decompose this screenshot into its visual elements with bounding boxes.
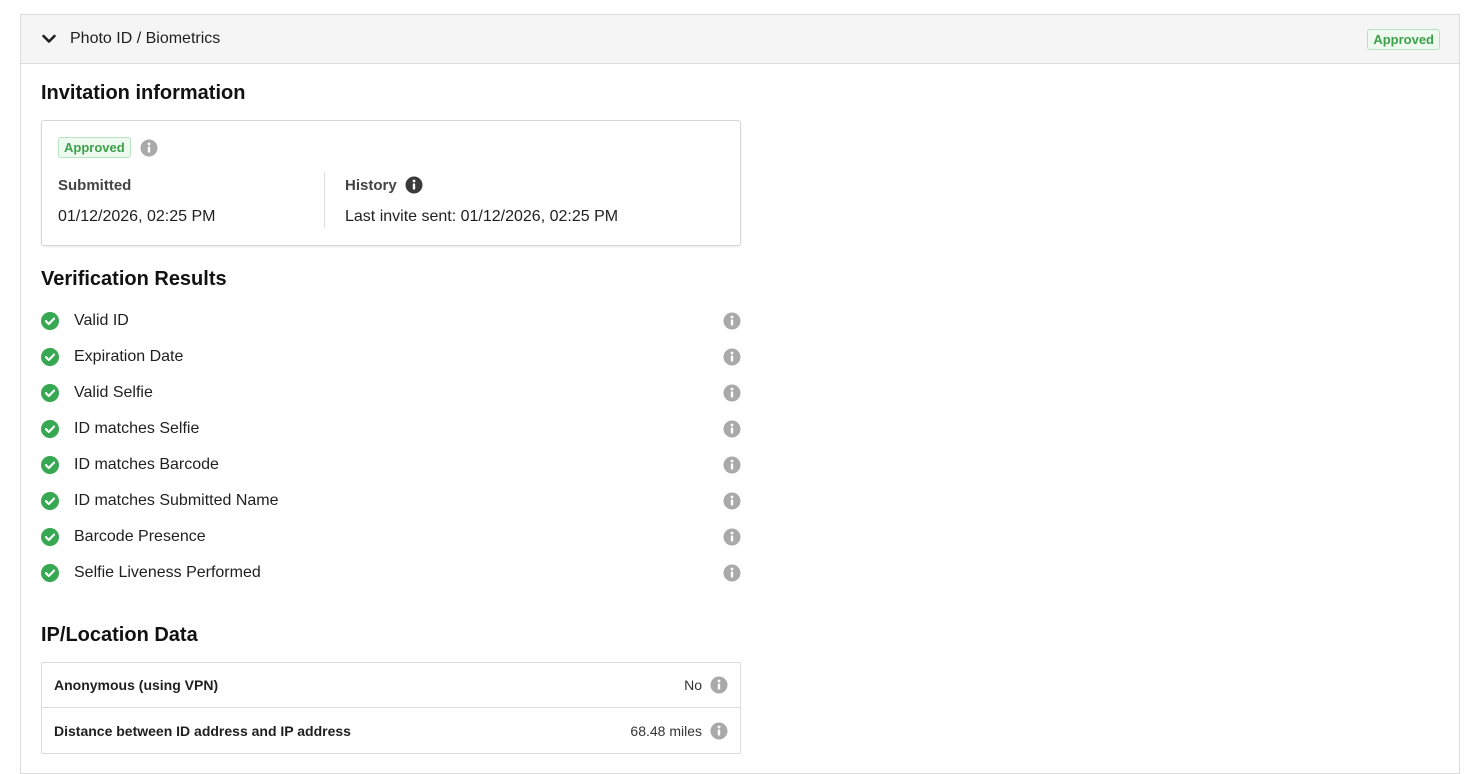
verification-results-list: Valid ID Expiration Date Valid Selfie ID…: [41, 303, 741, 591]
check-circle-icon: [41, 312, 59, 330]
verification-item: Selfie Liveness Performed: [41, 555, 741, 591]
ip-location-table: Anonymous (using VPN) No Distance betwee…: [41, 662, 741, 754]
history-column: History Last invite sent: 01/12/2026, 02…: [345, 176, 618, 226]
verification-item: Expiration Date: [41, 339, 741, 375]
submitted-column: Submitted 01/12/2026, 02:25 PM: [58, 176, 215, 226]
check-circle-icon: [41, 456, 59, 474]
verification-item-label: Expiration Date: [74, 348, 184, 365]
info-icon[interactable]: [723, 528, 741, 546]
verification-item: ID matches Selfie: [41, 411, 741, 447]
verification-section-title: Verification Results: [41, 268, 227, 290]
info-icon[interactable]: [710, 676, 728, 694]
info-icon[interactable]: [723, 348, 741, 366]
info-icon[interactable]: [140, 139, 158, 157]
check-circle-icon: [41, 348, 59, 366]
verification-item: Valid Selfie: [41, 375, 741, 411]
history-label: History: [345, 176, 397, 194]
verification-item: Valid ID: [41, 303, 741, 339]
history-value: Last invite sent: 01/12/2026, 02:25 PM: [345, 208, 619, 225]
verification-item-label: Barcode Presence: [74, 528, 206, 545]
ip-row-value: No: [684, 677, 702, 693]
ip-row-label: Anonymous (using VPN): [54, 677, 219, 693]
panel-status-badge: Approved: [1367, 28, 1440, 50]
info-icon[interactable]: [723, 384, 741, 402]
submitted-label: Submitted: [58, 176, 132, 194]
verification-item-label: ID matches Selfie: [74, 420, 200, 437]
info-icon[interactable]: [723, 564, 741, 582]
chevron-down-icon[interactable]: [41, 31, 57, 47]
info-icon[interactable]: [723, 456, 741, 474]
ip-table-row: Distance between ID address and IP addre…: [42, 708, 740, 753]
info-icon[interactable]: [710, 722, 728, 740]
verification-item: ID matches Barcode: [41, 447, 741, 483]
ip-row-value: 68.48 miles: [630, 722, 702, 739]
check-circle-icon: [41, 492, 59, 510]
check-circle-icon: [41, 564, 59, 582]
verification-item-label: ID matches Barcode: [74, 456, 219, 473]
column-divider: [324, 172, 325, 228]
invitation-card: Approved Submitted 01/12/2026, 02:25 PM …: [41, 120, 741, 246]
check-circle-icon: [41, 528, 59, 546]
check-circle-icon: [41, 420, 59, 438]
ip-row-label: Distance between ID address and IP addre…: [54, 722, 351, 739]
info-icon[interactable]: [723, 312, 741, 330]
verification-item-label: Selfie Liveness Performed: [74, 564, 261, 581]
invitation-status-badge: Approved: [58, 137, 131, 158]
invitation-section-title: Invitation information: [41, 82, 246, 104]
check-circle-icon: [41, 384, 59, 402]
photo-id-biometrics-panel: Photo ID / Biometrics Approved Invitatio…: [20, 14, 1460, 774]
ip-table-row: Anonymous (using VPN) No: [42, 663, 740, 708]
verification-item-label: Valid Selfie: [74, 384, 153, 401]
info-icon[interactable]: [723, 492, 741, 510]
info-icon[interactable]: [723, 420, 741, 438]
submitted-value: 01/12/2026, 02:25 PM: [58, 208, 216, 225]
verification-item: Barcode Presence: [41, 519, 741, 555]
verification-item-label: Valid ID: [74, 312, 129, 329]
verification-item: ID matches Submitted Name: [41, 483, 741, 519]
panel-header[interactable]: Photo ID / Biometrics Approved: [21, 15, 1459, 64]
verification-item-label: ID matches Submitted Name: [74, 492, 279, 509]
history-info-icon[interactable]: [405, 176, 423, 194]
panel-title: Photo ID / Biometrics: [70, 30, 221, 47]
ip-location-section-title: IP/Location Data: [41, 624, 198, 646]
